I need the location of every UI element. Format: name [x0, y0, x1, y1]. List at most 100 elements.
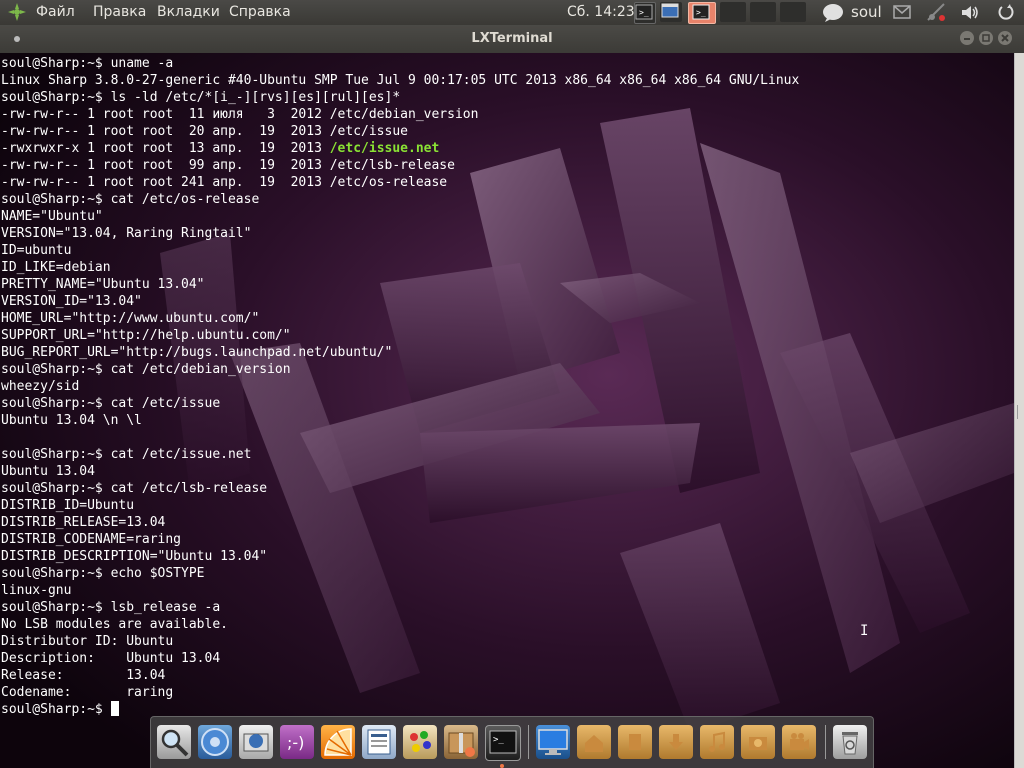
- terminal-line-text: -rwxrwxr-x 1 root root 13 апр. 19 2013: [1, 141, 330, 156]
- terminal-line: soul@Sharp:~$ cat /etc/os-release: [1, 191, 799, 208]
- terminal-line-text: DISTRIB_CODENAME=raring: [1, 532, 182, 547]
- user-status-icon[interactable]: [822, 3, 844, 22]
- svg-text:;-): ;-): [287, 733, 304, 752]
- executable-filename: /etc/issue.net: [329, 141, 440, 156]
- terminal-line-text: Ubuntu 13.04 \n \l: [1, 413, 142, 428]
- terminal-cursor: [110, 701, 119, 716]
- terminal-line-text: VERSION_ID="13.04": [1, 294, 142, 309]
- terminal-line: SUPPORT_URL="http://help.ubuntu.com/": [1, 327, 799, 344]
- terminal-line-text: linux-gnu: [1, 583, 72, 598]
- active-app-indicator: [500, 764, 504, 768]
- terminal-scrollbar[interactable]: [1014, 53, 1024, 768]
- scrollbar-grip[interactable]: [1017, 405, 1024, 419]
- archive-manager-icon[interactable]: [444, 725, 478, 759]
- music-folder-icon[interactable]: [700, 725, 734, 759]
- terminal-line: -rw-rw-r-- 1 root root 20 апр. 19 2013 /…: [1, 123, 799, 140]
- paint-icon[interactable]: [403, 725, 437, 759]
- terminal-line: VERSION="13.04, Raring Ringtail": [1, 225, 799, 242]
- terminal-line: Ubuntu 13.04: [1, 463, 799, 480]
- videos-folder-icon[interactable]: [782, 725, 816, 759]
- downloads-folder-icon[interactable]: [659, 725, 693, 759]
- network-icon[interactable]: [926, 3, 948, 26]
- terminal-line: DISTRIB_DESCRIPTION="Ubuntu 13.04": [1, 548, 799, 565]
- chat-icon[interactable]: ;-): [280, 725, 314, 759]
- window-titlebar[interactable]: LXTerminal: [0, 25, 1024, 53]
- monitor-icon[interactable]: [536, 725, 570, 759]
- svg-text:>_: >_: [696, 8, 706, 17]
- pictures-folder-icon[interactable]: [741, 725, 775, 759]
- terminal-icon[interactable]: >_: [485, 725, 521, 761]
- window-title: LXTerminal: [471, 31, 553, 46]
- terminal-line-text: NAME="Ubuntu": [1, 209, 103, 224]
- clock[interactable]: Сб. 14:23: [567, 4, 635, 20]
- terminal-line: soul@Sharp:~$ cat /etc/lsb-release: [1, 480, 799, 497]
- terminal-line-text: soul@Sharp:~$ echo $OSTYPE: [1, 566, 205, 581]
- terminal-area[interactable]: soul@Sharp:~$ uname -a Linux Sharp 3.8.0-…: [0, 53, 1014, 768]
- terminal-line: -rw-rw-r-- 1 root root 241 апр. 19 2013 …: [1, 174, 799, 191]
- terminal-line: soul@Sharp:~$ cat /etc/issue.net: [1, 446, 799, 463]
- terminal-line-text: HOME_URL="http://www.ubuntu.com/": [1, 311, 260, 326]
- chromium-icon[interactable]: [198, 725, 232, 759]
- terminal-line: DISTRIB_ID=Ubuntu: [1, 497, 799, 514]
- minimize-button[interactable]: [960, 31, 974, 45]
- user-name[interactable]: soul: [851, 3, 882, 21]
- terminal-line-text: No LSB modules are available.: [1, 617, 228, 632]
- menu-file[interactable]: Файл: [36, 4, 75, 20]
- svg-text:>_: >_: [639, 8, 649, 17]
- terminal-line: soul@Sharp:~$ ls -ld /etc/*[i_-][rvs][es…: [1, 89, 799, 106]
- terminal-line: -rw-rw-r-- 1 root root 11 июля 3 2012 /e…: [1, 106, 799, 123]
- app-menu-icon[interactable]: [8, 3, 26, 21]
- dock-separator: [825, 725, 826, 759]
- mail-icon[interactable]: [893, 5, 911, 23]
- svg-text:>_: >_: [493, 735, 504, 745]
- terminal-line-text: soul@Sharp:~$ cat /etc/os-release: [1, 192, 260, 207]
- maximize-button[interactable]: [979, 31, 993, 45]
- terminal-line-text: soul@Sharp:~$ ls -ld /etc/*[i_-][rvs][es…: [1, 90, 401, 105]
- menu-help[interactable]: Справка: [229, 4, 291, 20]
- window-tray-icon[interactable]: [660, 2, 682, 22]
- terminal-line: -rw-rw-r-- 1 root root 99 апр. 19 2013 /…: [1, 157, 799, 174]
- active-terminal-task[interactable]: >_: [688, 2, 716, 24]
- terminal-line: No LSB modules are available.: [1, 616, 799, 633]
- terminal-line: soul@Sharp:~$ echo $OSTYPE: [1, 565, 799, 582]
- terminal-line-text: soul@Sharp:~$ cat /etc/issue: [1, 396, 221, 411]
- text-editor-icon[interactable]: [362, 725, 396, 759]
- terminal-line-text: soul@Sharp:~$ uname -a: [1, 56, 174, 71]
- volume-icon[interactable]: [960, 4, 980, 25]
- terminal-line: PRETTY_NAME="Ubuntu 13.04": [1, 276, 799, 293]
- terminal-tray-icon[interactable]: >_: [634, 2, 656, 24]
- documents-folder-icon[interactable]: [618, 725, 652, 759]
- menu-edit[interactable]: Правка: [93, 4, 146, 20]
- terminal-line: Ubuntu 13.04 \n \l: [1, 412, 799, 429]
- power-icon[interactable]: [997, 3, 1015, 25]
- terminal-line-text: Ubuntu 13.04: [1, 464, 95, 479]
- empty-task-slot[interactable]: [720, 2, 746, 22]
- orange-icon[interactable]: [321, 725, 355, 759]
- terminal-line-text: ID=ubuntu: [1, 243, 72, 258]
- terminal-line-text: soul@Sharp:~$ cat /etc/lsb-release: [1, 481, 268, 496]
- mail-client-icon[interactable]: [239, 725, 273, 759]
- trash-icon[interactable]: [833, 725, 867, 759]
- terminal-line-text: DISTRIB_ID=Ubuntu: [1, 498, 135, 513]
- terminal-line: soul@Sharp:~$ lsb_release -a: [1, 599, 799, 616]
- empty-task-slot[interactable]: [750, 2, 776, 22]
- menu-tabs[interactable]: Вкладки: [157, 4, 220, 20]
- terminal-line: Release: 13.04: [1, 667, 799, 684]
- terminal-line: -rwxrwxr-x 1 root root 13 апр. 19 2013 /…: [1, 140, 799, 157]
- terminal-line: ID_LIKE=debian: [1, 259, 799, 276]
- empty-task-slot[interactable]: [780, 2, 806, 22]
- close-button[interactable]: [998, 31, 1012, 45]
- terminal-line: Codename: raring: [1, 684, 799, 701]
- dock: ;-) >_: [150, 716, 874, 768]
- terminal-line-text: -rw-rw-r-- 1 root root 20 апр. 19 2013 /…: [1, 124, 408, 139]
- text-cursor-ibeam: I: [860, 623, 869, 639]
- terminal-line-text: PRETTY_NAME="Ubuntu 13.04": [1, 277, 205, 292]
- terminal-line-text: Distributor ID: Ubuntu: [1, 634, 174, 649]
- terminal-line: Linux Sharp 3.8.0-27-generic #40-Ubuntu …: [1, 72, 799, 89]
- terminal-line: VERSION_ID="13.04": [1, 293, 799, 310]
- terminal-line: Description: Ubuntu 13.04: [1, 650, 799, 667]
- terminal-line-text: soul@Sharp:~$ lsb_release -a: [1, 600, 221, 615]
- home-folder-icon[interactable]: [577, 725, 611, 759]
- magnifier-icon[interactable]: [157, 725, 191, 759]
